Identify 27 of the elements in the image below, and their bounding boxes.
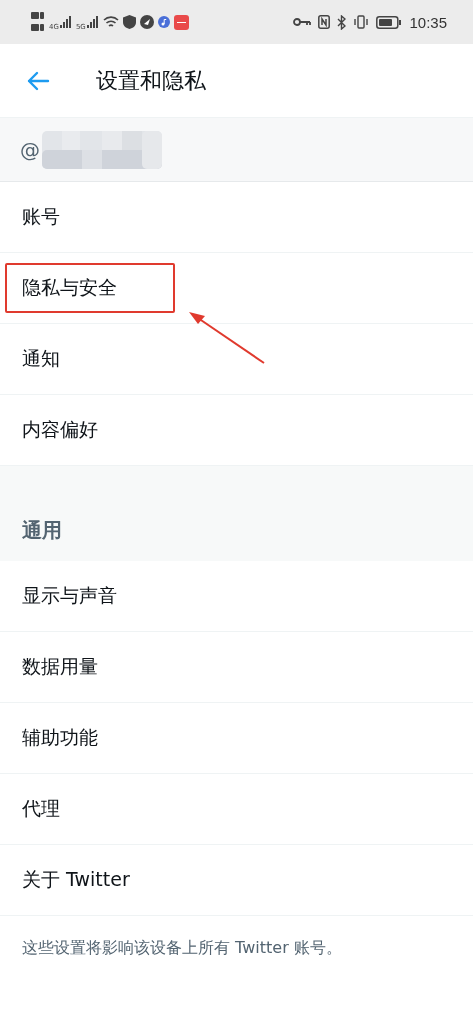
signal-icon xyxy=(86,16,99,28)
music-icon xyxy=(157,16,170,28)
nfc-icon xyxy=(318,15,331,29)
settings-item[interactable]: 账号 xyxy=(0,182,473,253)
settings-item[interactable]: 代理 xyxy=(0,774,473,845)
clock-time: 10:35 xyxy=(409,13,447,31)
footer-note: 这些设置将影响该设备上所有 Twitter 账号。 xyxy=(21,937,343,959)
account-handle: @ xyxy=(20,137,40,162)
settings-item[interactable]: 通知 xyxy=(0,324,473,395)
settings-item[interactable]: 关于 Twitter xyxy=(0,845,473,916)
app-icon xyxy=(173,14,189,30)
settings-item[interactable]: 辅助功能 xyxy=(0,703,473,774)
wifi-icon xyxy=(102,15,119,29)
account-row[interactable]: @ xyxy=(0,118,473,182)
settings-item[interactable]: 数据用量 xyxy=(0,632,473,703)
signal-icon xyxy=(59,16,72,28)
section-heading: 通用 xyxy=(22,517,62,544)
page-title: 设置和隐私 xyxy=(96,66,206,95)
shield-icon xyxy=(122,15,136,29)
circle-icon xyxy=(139,15,154,29)
battery-icon xyxy=(376,15,403,29)
sim-icon xyxy=(31,11,45,33)
vibrate-icon xyxy=(353,15,370,29)
settings-item[interactable]: 隐私与安全 xyxy=(0,253,473,324)
key-icon xyxy=(293,17,312,27)
bluetooth-icon xyxy=(337,14,347,30)
settings-item[interactable]: 显示与声音 xyxy=(0,561,473,632)
